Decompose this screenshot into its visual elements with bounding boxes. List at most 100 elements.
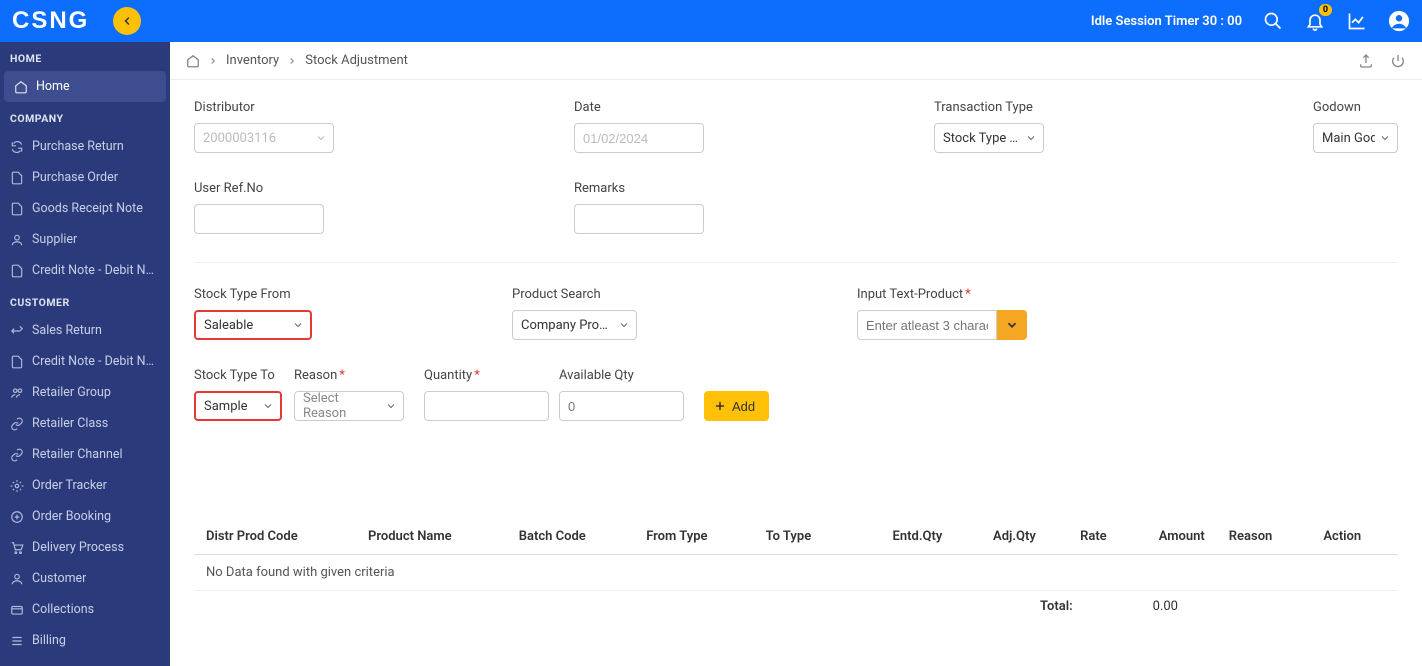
user-icon xyxy=(10,233,24,247)
plus-icon xyxy=(714,400,726,412)
sidebar-item-grn[interactable]: Goods Receipt Note xyxy=(0,193,170,224)
brand-logo: CSNG xyxy=(12,7,89,35)
analytics-button[interactable] xyxy=(1346,10,1368,32)
reason-select[interactable]: Select Reason xyxy=(294,391,404,421)
product-search-select[interactable]: Company Product c... xyxy=(512,310,637,340)
sidebar-item-purchase-return[interactable]: Purchase Return xyxy=(0,131,170,162)
chevron-right-icon xyxy=(287,56,297,66)
chevron-down-icon xyxy=(1379,132,1391,144)
distributor-select[interactable]: 2000003116 xyxy=(194,123,334,153)
godown-select[interactable]: Main Godo... xyxy=(1313,123,1398,153)
stock-type-from-label: Stock Type From xyxy=(194,287,312,302)
sidebar-item-retailer-channel[interactable]: Retailer Channel xyxy=(0,439,170,470)
refresh-icon xyxy=(10,140,24,154)
document-icon xyxy=(10,355,24,369)
remarks-label: Remarks xyxy=(574,181,704,196)
top-bar: CSNG Idle Session Timer 30 : 00 0 xyxy=(0,0,1422,42)
reason-label: Reason* xyxy=(294,368,404,383)
user-ref-label: User Ref.No xyxy=(194,181,324,196)
cart-icon xyxy=(10,541,24,555)
stock-type-from-select[interactable]: Saleable xyxy=(194,310,312,340)
col-action[interactable]: Action xyxy=(1311,519,1398,555)
main-content: Inventory Stock Adjustment Distributor 2… xyxy=(170,42,1422,666)
user-menu-button[interactable] xyxy=(1388,10,1410,32)
sidebar-section-home: HOME xyxy=(0,42,170,71)
breadcrumb-level1[interactable]: Inventory xyxy=(226,53,279,68)
sidebar[interactable]: HOME Home COMPANY Purchase Return Purcha… xyxy=(0,42,170,666)
sidebar-item-home[interactable]: Home xyxy=(4,71,166,102)
chevron-down-icon xyxy=(618,319,630,331)
stock-type-to-select[interactable]: Sample xyxy=(194,391,282,421)
sidebar-item-delivery-process[interactable]: Delivery Process xyxy=(0,532,170,563)
product-search-button[interactable] xyxy=(997,310,1027,340)
col-to-type[interactable]: To Type xyxy=(754,519,851,555)
sidebar-item-retailer-group[interactable]: Retailer Group xyxy=(0,377,170,408)
chevron-right-icon xyxy=(208,56,218,66)
sidebar-item-order-booking[interactable]: Order Booking xyxy=(0,501,170,532)
home-icon xyxy=(14,80,28,94)
godown-label: Godown xyxy=(1313,100,1398,115)
users-icon xyxy=(10,386,24,400)
table-total-row: Total: 0.00 xyxy=(194,591,1398,622)
breadcrumb-level2[interactable]: Stock Adjustment xyxy=(305,53,408,68)
total-label: Total: xyxy=(1040,599,1073,614)
col-adj-qty[interactable]: Adj.Qty xyxy=(954,519,1048,555)
power-icon[interactable] xyxy=(1390,53,1406,69)
sidebar-item-credit-debit-c[interactable]: Credit Note - Debit Note (... xyxy=(0,346,170,377)
remarks-input[interactable] xyxy=(574,204,704,234)
chevron-down-icon xyxy=(315,132,327,144)
col-batch-code[interactable]: Batch Code xyxy=(507,519,634,555)
sidebar-item-purchase-order[interactable]: Purchase Order xyxy=(0,162,170,193)
quantity-input[interactable] xyxy=(424,391,549,421)
col-rate[interactable]: Rate xyxy=(1048,519,1119,555)
col-distr-prod-code[interactable]: Distr Prod Code xyxy=(194,519,356,555)
sidebar-item-billing[interactable]: Billing xyxy=(0,625,170,656)
available-qty-label: Available Qty xyxy=(559,368,684,383)
quantity-label: Quantity* xyxy=(424,368,549,383)
user-ref-input[interactable] xyxy=(194,204,324,234)
input-text-product-label: Input Text-Product* xyxy=(857,287,1027,302)
chevron-down-icon xyxy=(385,400,397,412)
breadcrumb-actions xyxy=(1358,53,1406,69)
add-button[interactable]: Add xyxy=(704,391,769,421)
chevron-down-icon xyxy=(262,400,274,412)
list-icon xyxy=(10,634,24,648)
chevron-down-icon xyxy=(292,319,304,331)
available-qty-input[interactable] xyxy=(559,391,684,421)
chart-icon xyxy=(1347,11,1367,31)
document-icon xyxy=(10,202,24,216)
sidebar-item-customer[interactable]: Customer xyxy=(0,563,170,594)
col-amount[interactable]: Amount xyxy=(1119,519,1217,555)
breadcrumb: Inventory Stock Adjustment xyxy=(186,53,408,68)
user-circle-icon xyxy=(1388,8,1410,34)
sidebar-item-order-tracker[interactable]: Order Tracker xyxy=(0,470,170,501)
sidebar-item-sales-return[interactable]: Sales Return xyxy=(0,315,170,346)
search-button[interactable] xyxy=(1262,10,1284,32)
gear-icon xyxy=(10,479,24,493)
date-input[interactable] xyxy=(574,123,704,153)
col-entd-qty[interactable]: Entd.Qty xyxy=(851,519,954,555)
link-icon xyxy=(10,417,24,431)
col-from-type[interactable]: From Type xyxy=(634,519,753,555)
transaction-type-label: Transaction Type xyxy=(934,100,1044,115)
chevron-left-icon xyxy=(121,15,133,27)
swap-icon xyxy=(10,324,24,338)
notifications-button[interactable]: 0 xyxy=(1304,10,1326,32)
sidebar-section-customer: CUSTOMER xyxy=(0,286,170,315)
home-icon[interactable] xyxy=(186,54,200,68)
sidebar-item-supplier[interactable]: Supplier xyxy=(0,224,170,255)
transaction-type-select[interactable]: Stock Type Trans... xyxy=(934,123,1044,153)
divider xyxy=(194,262,1398,263)
sidebar-collapse-button[interactable] xyxy=(113,7,141,35)
product-search-label: Product Search xyxy=(512,287,637,302)
sidebar-item-retailer-class[interactable]: Retailer Class xyxy=(0,408,170,439)
sidebar-item-collections[interactable]: Collections xyxy=(0,594,170,625)
document-icon xyxy=(10,264,24,278)
col-product-name[interactable]: Product Name xyxy=(356,519,507,555)
notification-badge: 0 xyxy=(1319,4,1332,16)
sidebar-item-credit-debit-s[interactable]: Credit Note - Debit Note (S... xyxy=(0,255,170,286)
upload-icon[interactable] xyxy=(1358,53,1374,69)
col-reason[interactable]: Reason xyxy=(1217,519,1312,555)
topbar-right: Idle Session Timer 30 : 00 0 xyxy=(1091,10,1410,32)
input-text-product-input[interactable] xyxy=(857,310,997,340)
